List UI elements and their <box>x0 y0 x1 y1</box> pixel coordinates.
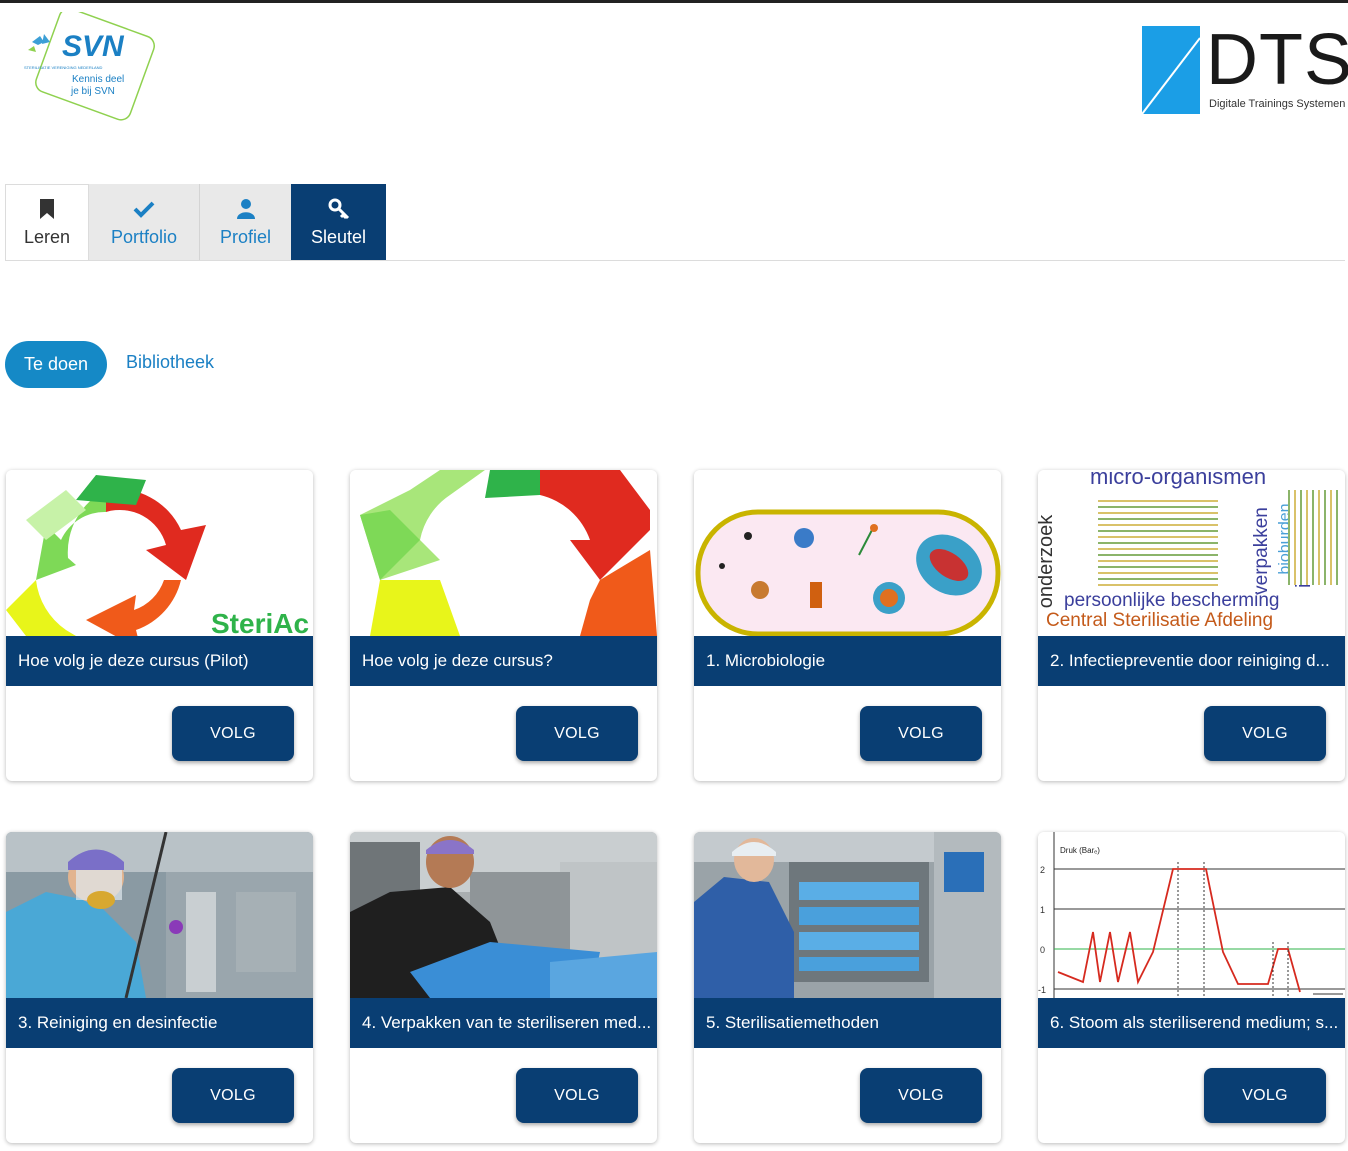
main-tabs: Leren Portfolio Profiel Sleutel <box>5 184 1345 261</box>
wordcloud-word: onderzoek <box>1038 514 1058 609</box>
bookmark-icon <box>36 197 58 221</box>
follow-button[interactable]: VOLG <box>1204 1068 1326 1123</box>
course-card: 5. Sterilisatiemethoden VOLG <box>694 832 1001 1143</box>
course-card: Hoe volg je deze cursus? VOLG <box>350 470 657 781</box>
dts-logo: DTS Digitale Trainings Systemen <box>1142 20 1348 118</box>
dts-emblem <box>1142 26 1200 114</box>
tab-profiel[interactable]: Profiel <box>199 184 291 260</box>
course-thumbnail <box>694 832 1001 998</box>
follow-button[interactable]: VOLG <box>860 706 982 761</box>
svn-logo: SVN STERILISATIE VERENIGING NEDERLAND Ke… <box>22 7 157 130</box>
svn-tagline: STERILISATIE VERENIGING NEDERLAND <box>24 65 103 70</box>
course-thumbnail <box>350 470 657 636</box>
tab-label: Leren <box>23 227 71 247</box>
course-title: 1. Microbiologie <box>694 636 1001 686</box>
course-thumbnail: 2 1 0 -1 Druk (Barₑ) <box>1038 832 1345 998</box>
course-title: 5. Sterilisatiemethoden <box>694 998 1001 1048</box>
follow-button[interactable]: VOLG <box>516 1068 638 1123</box>
course-card: micro-organismen onderzoek verpakken ina… <box>1038 470 1345 781</box>
course-thumbnail <box>6 832 313 998</box>
filter-bibliotheek[interactable]: Bibliotheek <box>126 352 214 373</box>
wordcloud-small-words <box>1288 490 1338 585</box>
follow-button[interactable]: VOLG <box>172 706 294 761</box>
top-border <box>0 0 1348 3</box>
dts-brand: DTS <box>1206 20 1348 100</box>
svg-text:-1: -1 <box>1038 985 1046 995</box>
course-card: 3. Reiniging en desinfectie VOLG <box>6 832 313 1143</box>
follow-button[interactable]: VOLG <box>1204 706 1326 761</box>
tab-label: Profiel <box>219 226 272 247</box>
course-title: 2. Infectiepreventie door reiniging d... <box>1038 636 1345 686</box>
wordcloud-word: micro-organismen <box>1090 470 1267 489</box>
follow-button[interactable]: VOLG <box>860 1068 982 1123</box>
course-thumbnail <box>350 832 657 998</box>
tab-label: Portfolio <box>110 226 178 247</box>
course-title: Hoe volg je deze cursus? <box>350 636 657 686</box>
follow-button[interactable]: VOLG <box>516 706 638 761</box>
course-title: 3. Reiniging en desinfectie <box>6 998 313 1048</box>
course-card: SteriAc Hoe volg je deze cursus (Pilot) … <box>6 470 313 781</box>
filter-te-doen[interactable]: Te doen <box>5 341 107 388</box>
svn-slogan-2: je bij SVN <box>71 86 115 97</box>
course-thumbnail: micro-organismen onderzoek verpakken ina… <box>1038 470 1345 636</box>
svn-brand: SVN <box>62 30 124 63</box>
checkmark-icon <box>133 197 155 221</box>
chart-axis-label: Druk (Barₑ) <box>1060 846 1100 855</box>
course-title: 6. Stoom als steriliserend medium; s... <box>1038 998 1345 1048</box>
course-title: Hoe volg je deze cursus (Pilot) <box>6 636 313 686</box>
svg-text:2: 2 <box>1040 865 1045 875</box>
tab-label: Sleutel <box>310 226 367 247</box>
key-icon <box>328 197 350 221</box>
course-thumbnail: SteriAc <box>6 470 313 636</box>
tab-sleutel[interactable]: Sleutel <box>291 184 386 260</box>
user-icon <box>235 197 257 221</box>
svn-slogan-1: Kennis deel <box>72 74 125 85</box>
svg-text:0: 0 <box>1040 945 1045 955</box>
course-card: 4. Verpakken van te steriliseren med... … <box>350 832 657 1143</box>
dts-subtitle: Digitale Trainings Systemen <box>1209 98 1346 110</box>
steriac-logo-text: SteriAc <box>211 608 310 636</box>
follow-button[interactable]: VOLG <box>172 1068 294 1123</box>
tab-portfolio[interactable]: Portfolio <box>89 184 199 260</box>
wordcloud-small-words <box>1098 500 1218 586</box>
course-thumbnail <box>694 470 1001 636</box>
course-title: 4. Verpakken van te steriliseren med... <box>350 998 657 1048</box>
tab-leren[interactable]: Leren <box>5 184 89 260</box>
course-card: 1. Microbiologie VOLG <box>694 470 1001 781</box>
course-card: 2 1 0 -1 Druk (Barₑ) 6. Stoom als steril… <box>1038 832 1345 1143</box>
svg-text:1: 1 <box>1040 905 1045 915</box>
wordcloud-word: verpakken <box>1250 507 1272 595</box>
wordcloud-word: persoonlijke bescherming <box>1064 590 1280 611</box>
wordcloud-word: Central Sterilisatie Afdeling <box>1046 610 1274 631</box>
